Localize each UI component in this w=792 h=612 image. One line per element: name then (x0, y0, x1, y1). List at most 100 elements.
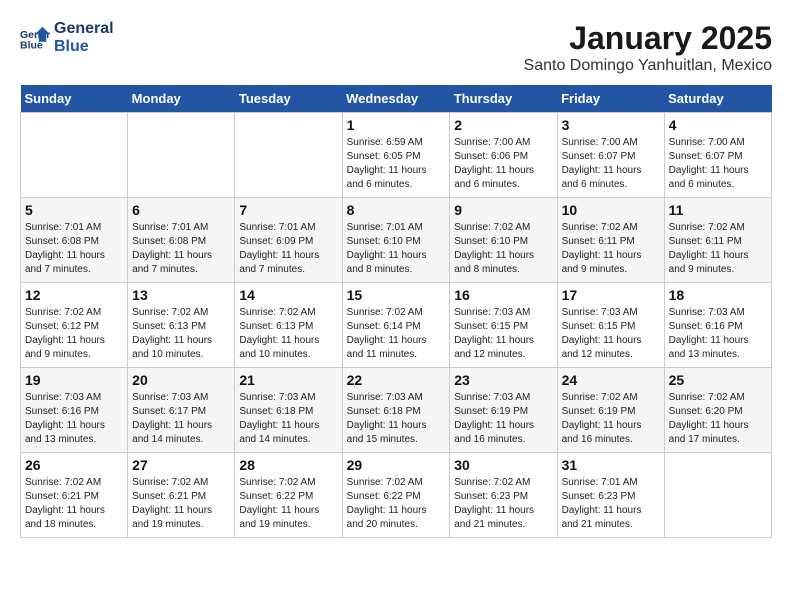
day-info: Sunrise: 7:02 AM Sunset: 6:22 PM Dayligh… (239, 476, 337, 532)
week-row-1: 1Sunrise: 6:59 AM Sunset: 6:05 PM Daylig… (21, 113, 772, 198)
day-cell (235, 113, 342, 198)
day-cell: 21 Sunrise: 7:03 AM Sunset: 6:18 PM Dayli… (235, 368, 342, 453)
day-number: 12 (25, 287, 123, 303)
week-row-4: 19 Sunrise: 7:03 AM Sunset: 6:16 PM Dayli… (21, 368, 772, 453)
page-title: January 2025 (524, 20, 772, 57)
day-number: 24 (562, 372, 660, 388)
page-header: General Blue General Blue January 2025 S… (20, 20, 772, 75)
day-cell: 13 Sunrise: 7:02 AM Sunset: 6:13 PM Dayli… (128, 283, 235, 368)
day-info: Sunrise: 7:03 AM Sunset: 6:15 PM Dayligh… (562, 306, 660, 362)
day-cell: 6 Sunrise: 7:01 AM Sunset: 6:08 PM Daylig… (128, 198, 235, 283)
day-info: Sunrise: 7:01 AM Sunset: 6:08 PM Dayligh… (132, 221, 230, 277)
page-subtitle: Santo Domingo Yanhuitlan, Mexico (524, 57, 772, 75)
header-cell-friday: Friday (557, 85, 664, 113)
day-number: 6 (132, 202, 230, 218)
day-number: 13 (132, 287, 230, 303)
day-cell: 4 Sunrise: 7:00 AM Sunset: 6:07 PM Daylig… (664, 113, 771, 198)
day-cell: 9 Sunrise: 7:02 AM Sunset: 6:10 PM Daylig… (450, 198, 557, 283)
title-block: January 2025 Santo Domingo Yanhuitlan, M… (524, 20, 772, 75)
logo: General Blue General Blue (20, 20, 114, 56)
day-number: 21 (239, 372, 337, 388)
day-number: 10 (562, 202, 660, 218)
day-number: 19 (25, 372, 123, 388)
day-number: 31 (562, 457, 660, 473)
calendar-table: SundayMondayTuesdayWednesdayThursdayFrid… (20, 85, 772, 538)
day-number: 20 (132, 372, 230, 388)
day-number: 29 (347, 457, 446, 473)
day-info: Sunrise: 7:02 AM Sunset: 6:19 PM Dayligh… (562, 391, 660, 447)
day-info: Sunrise: 7:00 AM Sunset: 6:07 PM Dayligh… (562, 136, 660, 192)
day-info: Sunrise: 7:02 AM Sunset: 6:10 PM Dayligh… (454, 221, 552, 277)
day-cell: 28 Sunrise: 7:02 AM Sunset: 6:22 PM Dayli… (235, 453, 342, 538)
day-number: 18 (669, 287, 767, 303)
header-cell-monday: Monday (128, 85, 235, 113)
day-info: Sunrise: 7:02 AM Sunset: 6:13 PM Dayligh… (132, 306, 230, 362)
day-number: 25 (669, 372, 767, 388)
day-number: 28 (239, 457, 337, 473)
day-info: Sunrise: 7:01 AM Sunset: 6:09 PM Dayligh… (239, 221, 337, 277)
day-cell: 26 Sunrise: 7:02 AM Sunset: 6:21 PM Dayli… (21, 453, 128, 538)
day-cell: 8 Sunrise: 7:01 AM Sunset: 6:10 PM Daylig… (342, 198, 450, 283)
day-info: Sunrise: 7:02 AM Sunset: 6:22 PM Dayligh… (347, 476, 446, 532)
day-cell: 29 Sunrise: 7:02 AM Sunset: 6:22 PM Dayli… (342, 453, 450, 538)
day-cell (128, 113, 235, 198)
day-cell: 30 Sunrise: 7:02 AM Sunset: 6:23 PM Dayli… (450, 453, 557, 538)
day-cell: 19 Sunrise: 7:03 AM Sunset: 6:16 PM Dayli… (21, 368, 128, 453)
day-info: Sunrise: 7:00 AM Sunset: 6:07 PM Dayligh… (669, 136, 767, 192)
header-cell-saturday: Saturday (664, 85, 771, 113)
day-cell: 17Sunrise: 7:03 AM Sunset: 6:15 PM Dayli… (557, 283, 664, 368)
day-info: Sunrise: 7:03 AM Sunset: 6:16 PM Dayligh… (25, 391, 123, 447)
day-info: Sunrise: 7:03 AM Sunset: 6:19 PM Dayligh… (454, 391, 552, 447)
day-number: 8 (347, 202, 446, 218)
day-cell: 25 Sunrise: 7:02 AM Sunset: 6:20 PM Dayli… (664, 368, 771, 453)
day-number: 11 (669, 202, 767, 218)
day-number: 23 (454, 372, 552, 388)
day-number: 9 (454, 202, 552, 218)
header-cell-thursday: Thursday (450, 85, 557, 113)
day-cell: 15Sunrise: 7:02 AM Sunset: 6:14 PM Dayli… (342, 283, 450, 368)
day-cell: 3 Sunrise: 7:00 AM Sunset: 6:07 PM Daylig… (557, 113, 664, 198)
day-cell: 14Sunrise: 7:02 AM Sunset: 6:13 PM Dayli… (235, 283, 342, 368)
day-info: Sunrise: 7:03 AM Sunset: 6:15 PM Dayligh… (454, 306, 552, 362)
header-cell-sunday: Sunday (21, 85, 128, 113)
day-number: 30 (454, 457, 552, 473)
day-cell: 11 Sunrise: 7:02 AM Sunset: 6:11 PM Dayli… (664, 198, 771, 283)
day-info: Sunrise: 7:03 AM Sunset: 6:16 PM Dayligh… (669, 306, 767, 362)
day-number: 16 (454, 287, 552, 303)
day-number: 22 (347, 372, 446, 388)
week-row-3: 12Sunrise: 7:02 AM Sunset: 6:12 PM Dayli… (21, 283, 772, 368)
day-number: 7 (239, 202, 337, 218)
day-info: Sunrise: 7:02 AM Sunset: 6:14 PM Dayligh… (347, 306, 446, 362)
day-info: Sunrise: 7:01 AM Sunset: 6:10 PM Dayligh… (347, 221, 446, 277)
day-number: 2 (454, 117, 552, 133)
day-info: Sunrise: 7:03 AM Sunset: 6:17 PM Dayligh… (132, 391, 230, 447)
day-cell: 23 Sunrise: 7:03 AM Sunset: 6:19 PM Dayli… (450, 368, 557, 453)
day-cell: 31Sunrise: 7:01 AM Sunset: 6:23 PM Dayli… (557, 453, 664, 538)
day-cell: 5 Sunrise: 7:01 AM Sunset: 6:08 PM Daylig… (21, 198, 128, 283)
day-cell: 12Sunrise: 7:02 AM Sunset: 6:12 PM Dayli… (21, 283, 128, 368)
day-info: Sunrise: 7:00 AM Sunset: 6:06 PM Dayligh… (454, 136, 552, 192)
day-info: Sunrise: 7:01 AM Sunset: 6:08 PM Dayligh… (25, 221, 123, 277)
logo-line1: General (54, 20, 114, 38)
day-cell: 1Sunrise: 6:59 AM Sunset: 6:05 PM Daylig… (342, 113, 450, 198)
header-cell-wednesday: Wednesday (342, 85, 450, 113)
day-cell: 20 Sunrise: 7:03 AM Sunset: 6:17 PM Dayli… (128, 368, 235, 453)
day-cell: 27Sunrise: 7:02 AM Sunset: 6:21 PM Dayli… (128, 453, 235, 538)
day-info: Sunrise: 7:03 AM Sunset: 6:18 PM Dayligh… (347, 391, 446, 447)
day-number: 3 (562, 117, 660, 133)
day-info: Sunrise: 7:02 AM Sunset: 6:21 PM Dayligh… (25, 476, 123, 532)
day-cell: 22 Sunrise: 7:03 AM Sunset: 6:18 PM Dayli… (342, 368, 450, 453)
day-info: Sunrise: 7:02 AM Sunset: 6:20 PM Dayligh… (669, 391, 767, 447)
day-info: Sunrise: 7:03 AM Sunset: 6:18 PM Dayligh… (239, 391, 337, 447)
day-info: Sunrise: 7:02 AM Sunset: 6:23 PM Dayligh… (454, 476, 552, 532)
day-cell: 24 Sunrise: 7:02 AM Sunset: 6:19 PM Dayli… (557, 368, 664, 453)
day-number: 4 (669, 117, 767, 133)
header-row: SundayMondayTuesdayWednesdayThursdayFrid… (21, 85, 772, 113)
day-cell (21, 113, 128, 198)
day-cell: 2 Sunrise: 7:00 AM Sunset: 6:06 PM Daylig… (450, 113, 557, 198)
day-info: Sunrise: 7:02 AM Sunset: 6:11 PM Dayligh… (669, 221, 767, 277)
day-number: 5 (25, 202, 123, 218)
day-number: 26 (25, 457, 123, 473)
day-cell: 7 Sunrise: 7:01 AM Sunset: 6:09 PM Daylig… (235, 198, 342, 283)
logo-icon: General Blue (20, 23, 50, 53)
